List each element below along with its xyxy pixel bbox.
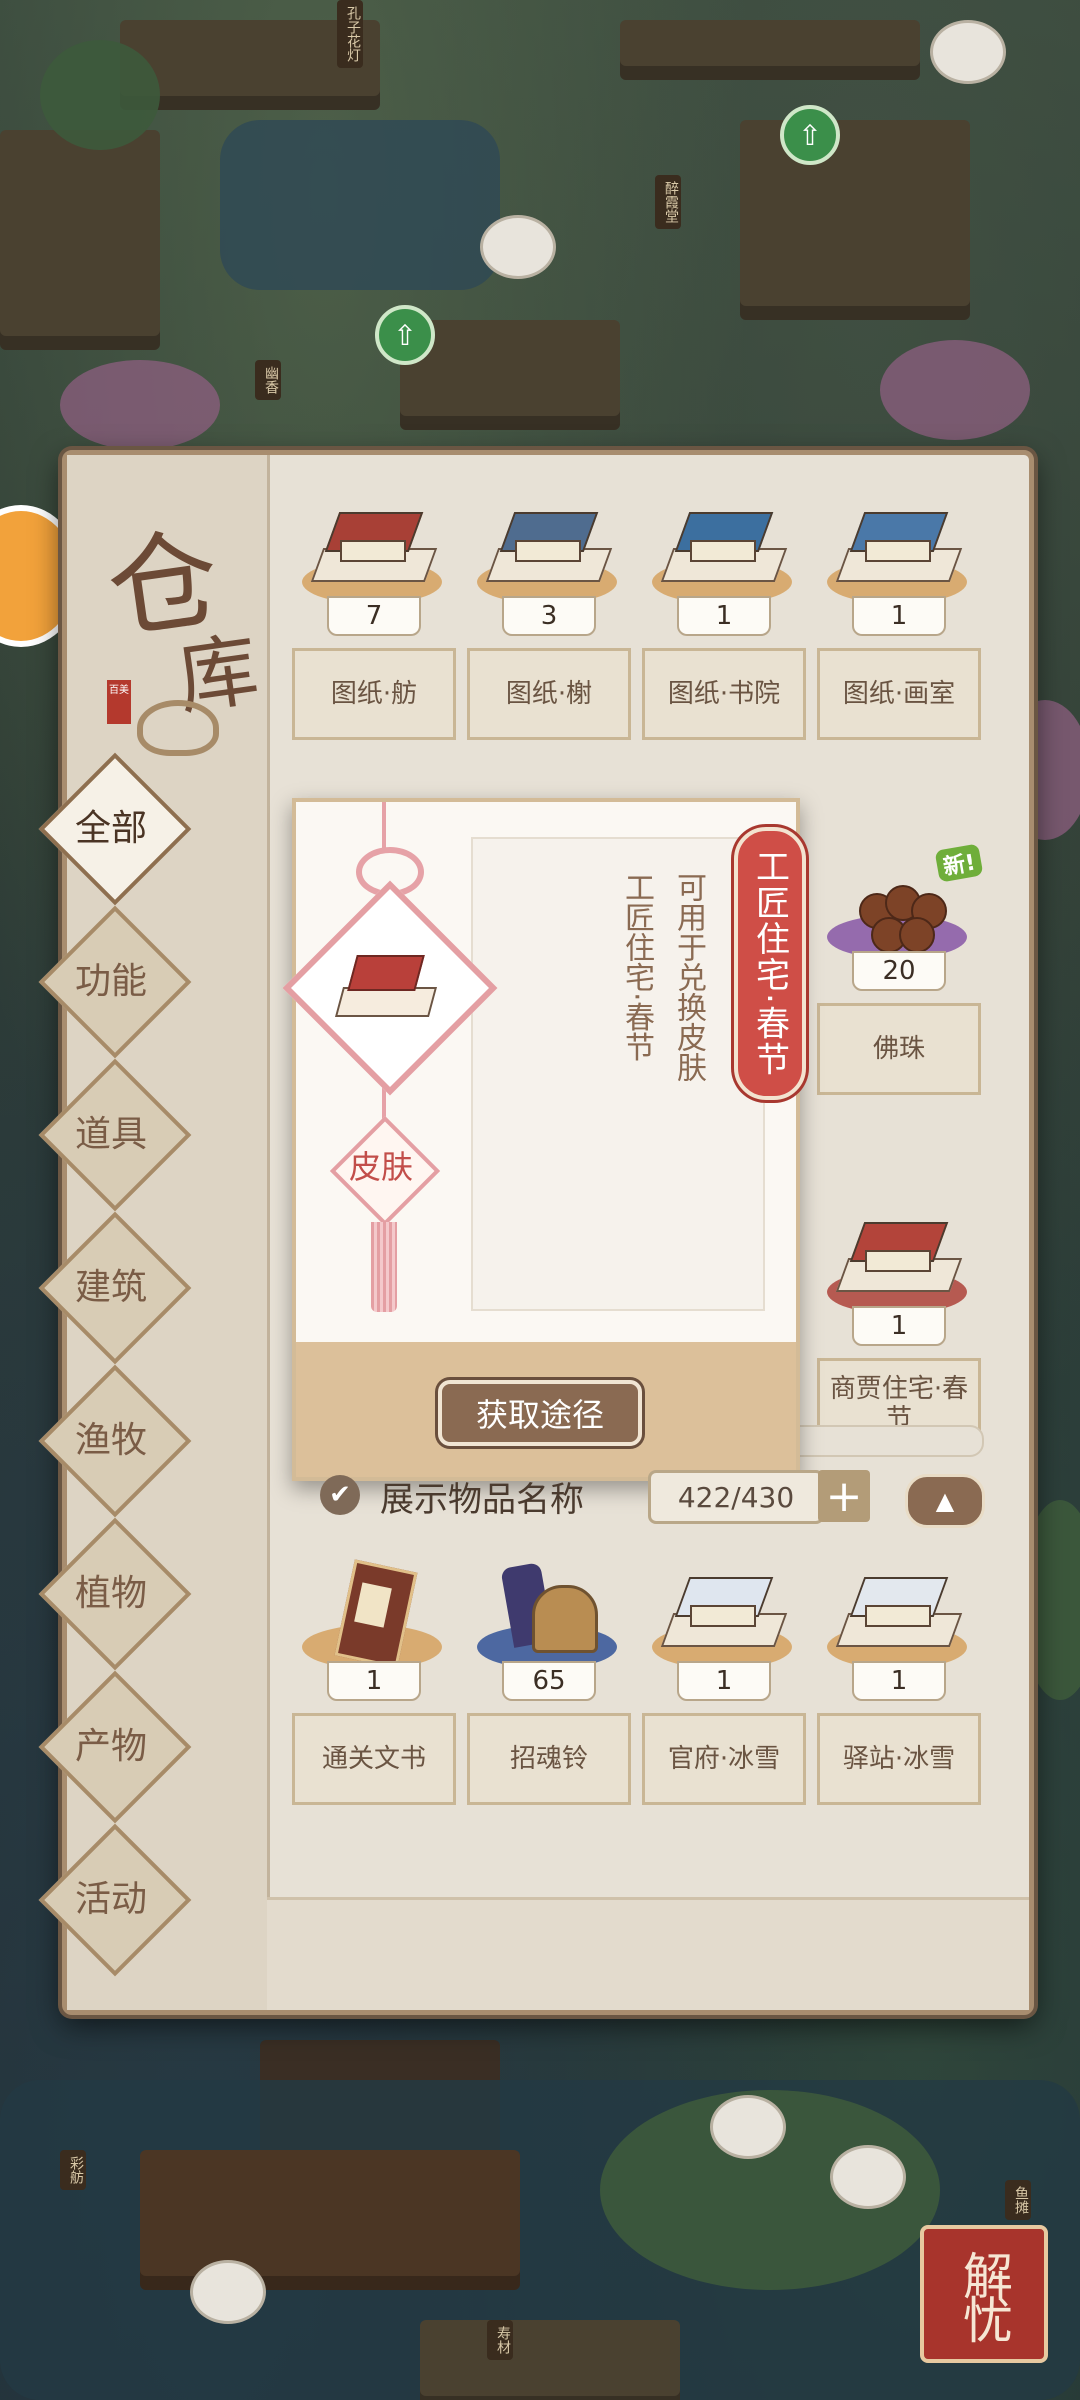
item-name: 图纸·舫 — [292, 648, 456, 740]
category-tab-function[interactable]: 功能 — [38, 905, 192, 1059]
building-roof — [740, 120, 970, 320]
building-roof — [420, 2320, 680, 2400]
collapse-button[interactable]: ▲ — [905, 1474, 985, 1528]
travel-pass-icon — [312, 1559, 432, 1669]
item-count: 65 — [502, 1661, 596, 1701]
pond — [220, 120, 500, 290]
resource-bubble[interactable] — [930, 20, 1006, 84]
item-name: 通关文书 — [292, 1713, 456, 1805]
resource-bubble[interactable] — [830, 2145, 906, 2209]
item-name: 图纸·榭 — [467, 648, 631, 740]
panel-title: 仓 库 百美 — [97, 495, 277, 726]
category-label: 渔牧 — [74, 1420, 147, 1461]
item-name: 官府·冰雪 — [642, 1713, 806, 1805]
blueprint-fang-icon — [310, 500, 438, 590]
item-detail-popup: 皮肤 可用于兑换皮肤 工匠住宅·春节 工匠住宅·春节 获取途径 — [282, 798, 806, 1481]
blueprint-academy-icon — [660, 500, 788, 590]
item-count: 1 — [677, 596, 771, 636]
tree — [40, 40, 160, 150]
show-names-label[interactable]: 展示物品名称 — [380, 1472, 584, 1521]
item-count: 1 — [677, 1661, 771, 1701]
show-names-checkbox[interactable]: ✔ — [320, 1475, 360, 1515]
item-name: 佛珠 — [817, 1003, 981, 1095]
decorative-knot-icon — [137, 700, 219, 756]
upgrade-pin-icon[interactable]: ⇧ — [780, 105, 840, 165]
upgrade-pin-icon[interactable]: ⇧ — [375, 305, 435, 365]
resource-bubble[interactable] — [710, 2095, 786, 2159]
item-count: 20 — [852, 951, 946, 991]
item-count: 1 — [852, 1306, 946, 1346]
item-count: 1 — [327, 1661, 421, 1701]
item-description: 可用于兑换皮肤 — [671, 872, 706, 1082]
up-arrow-icon: ▲ — [935, 1487, 955, 1515]
blueprint-studio-icon — [835, 500, 963, 590]
category-label: 植物 — [74, 1573, 147, 1614]
new-badge: 新! — [934, 843, 984, 883]
category-label: 产物 — [74, 1726, 147, 1767]
capacity-counter: 422/430 — [648, 1470, 824, 1524]
spirit-bell-icon — [487, 1562, 607, 1655]
item-count: 1 — [852, 1661, 946, 1701]
street-sign: 鱼摊 — [1005, 2180, 1031, 2220]
blueprint-xie-icon — [485, 500, 613, 590]
prayer-beads-icon: 新! — [837, 843, 984, 953]
category-tab-fishing-farming[interactable]: 渔牧 — [38, 1364, 192, 1518]
panel-footer — [267, 1897, 1029, 2010]
acquisition-source-button[interactable]: 获取途径 — [438, 1380, 642, 1446]
tassel-icon — [371, 1222, 397, 1312]
item-name: 驿站·冰雪 — [817, 1713, 981, 1805]
category-tab-plants[interactable]: 植物 — [38, 1517, 192, 1671]
category-tab-events[interactable]: 活动 — [38, 1823, 192, 1977]
government-office-snow-icon — [660, 1565, 788, 1655]
category-tab-buildings[interactable]: 建筑 — [38, 1211, 192, 1365]
blossom-tree — [880, 340, 1030, 440]
post-station-snow-icon — [835, 1565, 963, 1655]
artisan-residence-spring-icon — [334, 947, 438, 1017]
item-count: 1 — [852, 596, 946, 636]
category-label: 道具 — [74, 1114, 147, 1155]
street-sign: 彩舫 — [60, 2150, 86, 2190]
street-sign: 孔子花灯 — [337, 0, 363, 68]
category-sidebar: 仓 库 百美 全部 功能 道具 建筑 渔牧 植物 产物 活动 — [38, 455, 270, 2010]
item-type-label: 皮肤 — [348, 1148, 413, 1186]
item-count: 7 — [327, 596, 421, 636]
item-name: 图纸·书院 — [642, 648, 806, 740]
item-count: 3 — [502, 596, 596, 636]
category-tab-props[interactable]: 道具 — [38, 1058, 192, 1212]
pleasure-boat — [140, 2150, 520, 2290]
building-roof — [0, 130, 160, 350]
expand-capacity-button[interactable]: + — [818, 1470, 870, 1522]
blossom-tree — [60, 360, 220, 450]
building-roof — [620, 20, 920, 80]
category-label: 建筑 — [74, 1267, 147, 1308]
category-label: 功能 — [74, 961, 147, 1002]
street-sign: 幽香 — [255, 360, 281, 400]
category-tab-all[interactable]: 全部 — [38, 752, 192, 906]
item-name: 图纸·画室 — [817, 648, 981, 740]
item-name-tag: 工匠住宅·春节 — [734, 827, 806, 1100]
street-sign: 寿材 — [487, 2320, 513, 2360]
resource-bubble[interactable] — [480, 215, 556, 279]
lotus-bubble[interactable] — [190, 2260, 266, 2324]
merchant-residence-spring-icon — [835, 1210, 963, 1300]
street-sign: 醉霞堂 — [655, 175, 681, 229]
item-name: 招魂铃 — [467, 1713, 631, 1805]
red-seal-stamp: 百美 — [107, 680, 131, 724]
category-tab-products[interactable]: 产物 — [38, 1670, 192, 1824]
category-label: 活动 — [74, 1879, 147, 1920]
item-name-vertical: 工匠住宅·春节 — [619, 872, 654, 1062]
category-label: 全部 — [74, 808, 147, 849]
jieyou-seal-button[interactable]: 解忧 — [920, 2225, 1048, 2363]
